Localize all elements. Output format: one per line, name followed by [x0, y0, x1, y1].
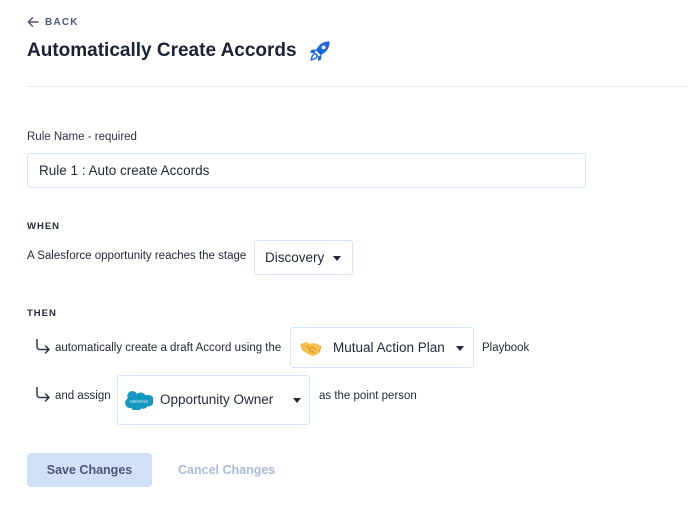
page-header: Automatically Create Accords: [27, 38, 333, 64]
assignee-select-value: Opportunity Owner: [160, 392, 274, 407]
action2-suffix: as the point person: [319, 390, 417, 402]
arrow-turn-down-right-icon: [36, 338, 50, 354]
chevron-down-icon: [293, 398, 301, 403]
rule-name-input[interactable]: [27, 153, 586, 188]
arrow-left-icon: [27, 17, 39, 27]
salesforce-icon: salesforce: [125, 391, 153, 410]
handshake-icon: [300, 342, 322, 356]
stage-select-value: Discovery: [265, 250, 325, 265]
chevron-down-icon: [456, 346, 464, 351]
action1-suffix: Playbook: [482, 342, 530, 354]
playbook-select-value: Mutual Action Plan: [333, 340, 445, 355]
action2-prefix: and assign: [55, 390, 111, 402]
chevron-down-icon: [333, 256, 341, 261]
arrow-turn-down-right-icon: [36, 386, 50, 402]
cancel-changes-button[interactable]: Cancel Changes: [170, 453, 283, 487]
then-heading: THEN: [27, 308, 57, 319]
action1-prefix: automatically create a draft Accord usin…: [55, 342, 282, 354]
save-changes-button[interactable]: Save Changes: [27, 453, 152, 487]
page-title: Automatically Create Accords: [27, 40, 297, 61]
rule-name-label: Rule Name - required: [27, 131, 137, 143]
back-link[interactable]: BACK: [27, 16, 79, 28]
rocket-icon: [309, 41, 330, 61]
when-condition-text: A Salesforce opportunity reaches the sta…: [27, 250, 247, 262]
when-heading: WHEN: [27, 221, 61, 232]
page: BACK Automatically Create Accords Rule N…: [0, 0, 688, 505]
playbook-select[interactable]: Mutual Action Plan: [290, 327, 474, 368]
salesforce-icon-text: salesforce: [130, 399, 149, 404]
stage-select[interactable]: Discovery: [254, 240, 353, 275]
back-label: BACK: [45, 16, 79, 28]
assignee-select[interactable]: salesforce Opportunity Owner: [117, 375, 310, 425]
header-divider: [27, 86, 688, 87]
